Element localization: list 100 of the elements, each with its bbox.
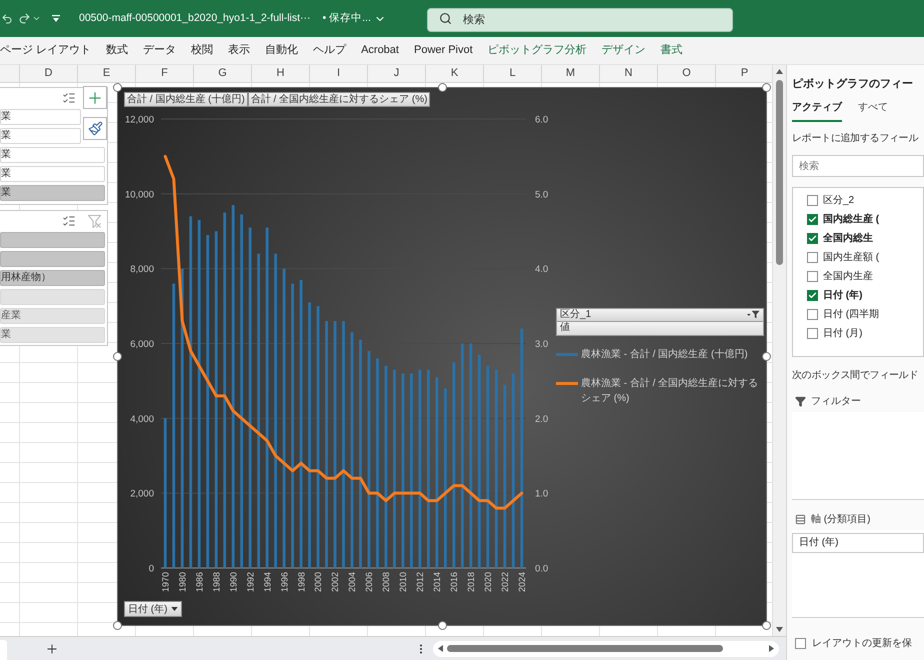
- value-field-button[interactable]: 合計 / 全国内総生産に対するシェア (%): [248, 92, 430, 107]
- checkbox[interactable]: [807, 290, 818, 301]
- customize-toolbar-icon[interactable]: [52, 15, 60, 22]
- redo-icon[interactable]: [18, 12, 31, 25]
- field-label[interactable]: 日付 (年): [823, 288, 862, 303]
- scroll-right-icon[interactable]: [769, 645, 774, 652]
- pane-tab[interactable]: すべて: [858, 100, 888, 122]
- multi-select-icon[interactable]: [62, 91, 76, 105]
- ribbon-tab[interactable]: 校閲: [191, 42, 214, 59]
- resize-handle-icon[interactable]: [762, 352, 771, 361]
- axis-label: 2002: [330, 572, 340, 592]
- ribbon-tab[interactable]: 数式: [106, 42, 128, 59]
- ribbon-tab[interactable]: 表示: [228, 42, 250, 59]
- resize-handle-icon[interactable]: [762, 621, 771, 630]
- search-field[interactable]: 検索: [792, 155, 924, 177]
- column-header[interactable]: L: [484, 65, 542, 82]
- checkbox[interactable]: [807, 271, 818, 282]
- column-header[interactable]: N: [600, 65, 658, 82]
- scrollbar-thumb[interactable]: [447, 645, 723, 652]
- save-status-button[interactable]: • 保存中...: [322, 10, 386, 26]
- column-header[interactable]: M: [542, 65, 600, 82]
- resize-handle-icon[interactable]: [438, 83, 447, 92]
- axis-label: 10,000: [124, 189, 154, 200]
- checkbox[interactable]: [807, 328, 818, 339]
- areas-hint: 次のボックス間でフィールド: [792, 369, 920, 382]
- scrollbar-thumb[interactable]: [776, 80, 783, 265]
- scroll-left-icon[interactable]: [438, 645, 443, 652]
- field-label[interactable]: 日付 (四半期: [823, 307, 880, 322]
- ribbon-tab[interactable]: ページ レイアウト: [0, 42, 92, 59]
- vertical-scrollbar[interactable]: [772, 65, 786, 636]
- resize-handle-icon[interactable]: [438, 621, 447, 630]
- horizontal-scrollbar[interactable]: [433, 640, 779, 656]
- axis-label: 5.0: [535, 189, 548, 200]
- pane-tab[interactable]: アクティブ: [792, 100, 842, 122]
- column-header[interactable]: H: [252, 65, 310, 82]
- column-header[interactable]: F: [136, 65, 194, 82]
- resize-handle-icon[interactable]: [113, 621, 122, 630]
- rows-icon: [795, 514, 806, 524]
- pane-instruction: レポートに追加するフィール: [792, 132, 920, 145]
- ribbon-tab[interactable]: 書式: [660, 42, 683, 59]
- axis-label: 8,000: [130, 264, 154, 276]
- slicer-item[interactable]: 業: [0, 185, 105, 201]
- checkbox[interactable]: [807, 309, 818, 320]
- column-header[interactable]: I: [310, 65, 368, 82]
- legend-field-button[interactable]: 区分_1: [556, 308, 764, 322]
- column-header[interactable]: E: [78, 65, 136, 82]
- axis-label: 2000: [313, 572, 324, 592]
- scroll-up-icon[interactable]: [776, 69, 783, 74]
- field-label[interactable]: 全国内生産: [823, 269, 873, 284]
- area-label: 軸 (分類項目): [811, 512, 870, 526]
- field-label[interactable]: 国内生産額 (: [823, 250, 880, 265]
- axis-field-button[interactable]: 日付 (年): [124, 601, 182, 617]
- axis-label: 1998: [296, 572, 306, 592]
- ribbon-tab[interactable]: デザイン: [602, 42, 646, 59]
- axis-label: 6,000: [130, 339, 154, 350]
- field-label[interactable]: 国内総生産 (: [823, 212, 880, 227]
- caret-icon[interactable]: [32, 14, 41, 23]
- checkbox[interactable]: [807, 252, 818, 263]
- area-field-item[interactable]: 日付 (年): [792, 533, 924, 553]
- ribbon-tab[interactable]: ピボットグラフ分析: [488, 42, 587, 59]
- column-header[interactable]: D: [20, 65, 78, 82]
- defer-update-label[interactable]: レイアウトの更新を保: [812, 636, 912, 651]
- plus-button[interactable]: [83, 86, 107, 109]
- slicer-item[interactable]: 業: [0, 109, 81, 125]
- resize-handle-icon[interactable]: [113, 83, 122, 92]
- slicer-item[interactable]: 業: [0, 128, 81, 144]
- search-field[interactable]: 検索: [427, 8, 733, 32]
- column-header[interactable]: G: [194, 65, 252, 82]
- multi-select-icon[interactable]: [62, 214, 76, 228]
- brush-icon: [88, 121, 102, 136]
- field-label[interactable]: 区分_2: [823, 193, 854, 208]
- ribbon-tab[interactable]: 自動化: [265, 42, 298, 59]
- slicer-item[interactable]: 用林産物）: [0, 270, 105, 286]
- axis-label: 1996: [279, 572, 290, 592]
- field-label[interactable]: 日付 (月): [823, 326, 862, 341]
- resize-handle-icon[interactable]: [113, 352, 122, 361]
- axis-label: 4.0: [535, 264, 548, 276]
- resize-handle-icon[interactable]: [762, 83, 771, 92]
- checkbox[interactable]: [807, 214, 818, 225]
- axis-label: 0.0: [535, 564, 548, 574]
- field-label[interactable]: 全国内総生: [823, 231, 873, 246]
- ribbon-tab[interactable]: Acrobat: [361, 42, 399, 59]
- undo-icon[interactable]: [1, 12, 13, 24]
- checkbox[interactable]: [807, 195, 818, 206]
- column-header[interactable]: K: [426, 65, 484, 82]
- column-header[interactable]: O: [658, 65, 716, 82]
- checkbox[interactable]: [795, 638, 806, 649]
- brush-button[interactable]: [83, 117, 107, 140]
- scroll-down-icon[interactable]: [776, 627, 783, 632]
- value-field-button[interactable]: 合計 / 国内総生産 (十億円): [124, 92, 248, 107]
- pane-title: ピボットグラフのフィー: [792, 77, 914, 91]
- checkbox[interactable]: [807, 233, 818, 244]
- ribbon-tab[interactable]: データ: [143, 42, 176, 59]
- column-header[interactable]: J: [368, 65, 426, 82]
- axis-label: 1986: [194, 572, 204, 592]
- ribbon-tab[interactable]: Power Pivot: [414, 42, 473, 59]
- slicer-item[interactable]: 業: [0, 147, 105, 163]
- drop-area[interactable]: 日付 (年): [792, 530, 924, 618]
- slicer-item[interactable]: 業: [0, 166, 105, 182]
- ribbon-tab[interactable]: ヘルプ: [313, 42, 346, 59]
